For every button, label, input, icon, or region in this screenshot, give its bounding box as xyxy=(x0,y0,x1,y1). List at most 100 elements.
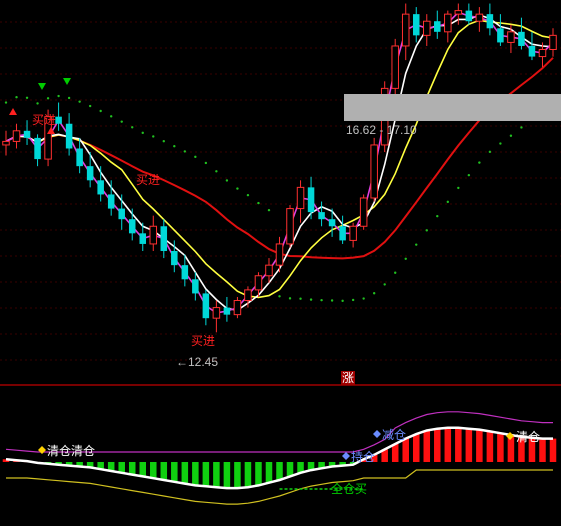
candle-body xyxy=(296,186,305,210)
candle-body xyxy=(444,13,452,33)
sar-dot xyxy=(141,131,144,135)
sar-dot xyxy=(383,283,386,286)
histogram-bar xyxy=(444,427,452,462)
histogram-bar xyxy=(265,462,273,483)
sar-dot xyxy=(425,229,428,232)
candle-body xyxy=(307,187,315,213)
candle-body xyxy=(202,293,210,319)
sar-dot xyxy=(488,150,492,154)
histogram-bar xyxy=(139,462,147,477)
candle-body xyxy=(55,116,62,124)
candle-body xyxy=(391,45,399,89)
sar-dot xyxy=(351,298,355,302)
sar-dot xyxy=(509,134,513,137)
candle-body xyxy=(86,166,94,181)
histogram-bar xyxy=(497,433,504,462)
candle-body xyxy=(254,275,263,291)
sar-dot xyxy=(394,271,397,274)
histogram-bar xyxy=(192,462,199,486)
candle-body xyxy=(265,264,273,277)
histogram-bar xyxy=(412,434,420,462)
price-high-label: 16.62 - 17.10 xyxy=(346,123,417,137)
candle-body xyxy=(223,307,231,315)
candle-body xyxy=(192,279,199,294)
histogram-bar xyxy=(150,462,157,479)
candle-body xyxy=(76,148,83,167)
candle-body xyxy=(34,137,41,160)
candle-body xyxy=(497,28,504,43)
sar-dot xyxy=(131,126,134,129)
buy-label: 买进 xyxy=(32,113,56,127)
sar-dot xyxy=(436,214,439,218)
candle-body xyxy=(318,212,325,220)
candle-body xyxy=(412,14,420,36)
sar-dot xyxy=(194,155,197,159)
sar-dot xyxy=(415,243,418,246)
candle-body xyxy=(171,251,178,266)
candle-body xyxy=(465,10,473,22)
diamond-icon xyxy=(342,452,350,460)
sar-dot xyxy=(278,295,281,298)
sell-triangle-icon xyxy=(38,83,46,90)
sar-dot xyxy=(4,101,8,104)
ma-long-line xyxy=(5,57,554,260)
candle-body xyxy=(149,225,158,245)
histogram-bar xyxy=(476,429,483,462)
signal-full-buy: 全仓买 xyxy=(331,481,367,496)
sar-dot xyxy=(309,298,313,301)
sar-dot xyxy=(320,298,323,302)
sar-dot xyxy=(246,193,250,197)
candle-body xyxy=(454,10,463,15)
signal-clear-1: 清仓 清仓 xyxy=(38,444,95,458)
candle-body xyxy=(339,226,346,241)
histogram-bar xyxy=(276,462,283,480)
histogram-bar xyxy=(171,462,178,482)
sar-dot xyxy=(288,297,292,300)
histogram-bar xyxy=(434,428,441,462)
sar-dot xyxy=(215,170,218,173)
sar-dot xyxy=(499,142,502,145)
sar-dot xyxy=(204,161,208,165)
sar-dot xyxy=(173,144,176,148)
histogram-bar xyxy=(244,462,252,488)
sar-dot xyxy=(362,297,365,300)
sar-dot xyxy=(299,297,302,300)
candle-body xyxy=(370,144,378,199)
sar-dot xyxy=(36,102,39,105)
signal-reduce: 减仓 xyxy=(373,428,406,442)
signal-label: 清仓 xyxy=(47,444,71,458)
histogram-bar xyxy=(539,438,546,462)
candle-body xyxy=(528,45,536,57)
candle-body xyxy=(233,300,242,316)
sar-dot xyxy=(457,186,460,190)
candle-body xyxy=(328,219,336,227)
sar-dot xyxy=(99,109,102,113)
sar-dot xyxy=(152,135,155,138)
candle-body xyxy=(107,194,115,209)
candle-body xyxy=(538,48,547,58)
rise-tag-label: 涨 xyxy=(342,370,354,385)
candle-body xyxy=(549,34,557,50)
candle-body xyxy=(475,13,484,22)
candle-body xyxy=(128,219,136,234)
sar-dot xyxy=(225,179,229,182)
histogram-bar xyxy=(423,430,431,462)
sar-dot xyxy=(67,96,71,100)
candle-body xyxy=(23,130,31,138)
candle-body xyxy=(2,140,10,146)
diamond-icon xyxy=(373,430,381,438)
buy-label: 买进 xyxy=(136,173,160,187)
candle-body xyxy=(12,130,21,142)
sar-dot xyxy=(57,94,60,98)
histogram-bar xyxy=(455,427,462,462)
histogram-bar xyxy=(128,462,136,475)
signal-hold: 持仓 xyxy=(342,449,375,464)
sell-triangle-icon xyxy=(63,78,71,85)
sar-dot xyxy=(372,292,376,295)
candle-body xyxy=(212,307,221,319)
candle-body xyxy=(359,197,368,227)
candle-body xyxy=(349,225,357,241)
price-low-label: ←12.45 xyxy=(176,355,218,369)
candle-body xyxy=(118,208,125,220)
candle-body xyxy=(244,289,252,302)
